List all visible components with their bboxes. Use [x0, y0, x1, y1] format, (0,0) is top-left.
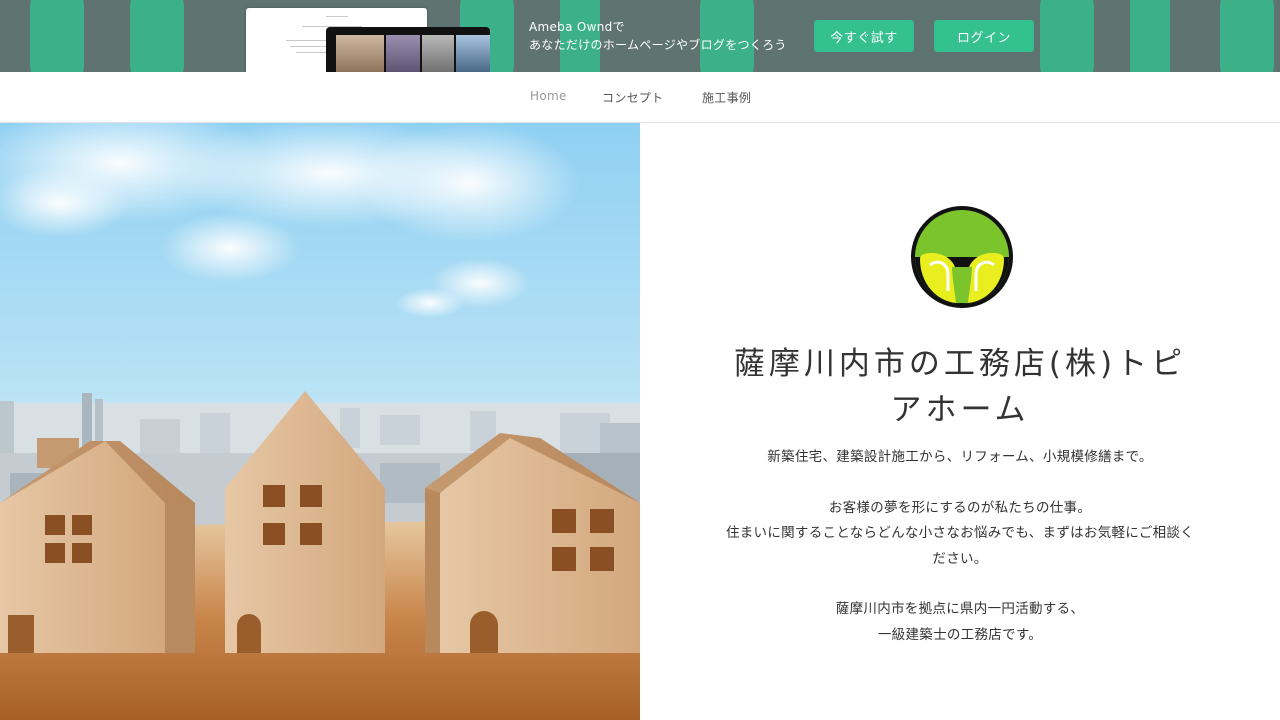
global-nav: Home コンセプト 施工事例 [0, 72, 1280, 123]
banner-stripe [1220, 0, 1274, 72]
nav-item-home[interactable]: Home [530, 89, 567, 103]
desc-line: ださい。 [932, 550, 988, 567]
promo-line-2: あなただけのホームページやブログをつくろう [529, 38, 787, 52]
promo-banner: Ameba Owndで あなただけのホームページやブログをつくろう 今すぐ試す … [0, 0, 1280, 72]
login-button[interactable]: ログイン [934, 20, 1034, 52]
banner-stripe [30, 0, 84, 72]
promo-line-1: Ameba Owndで [529, 20, 625, 34]
site-preview-dark [326, 27, 490, 72]
desc-line: 住まいに関することならどんな小さなお悩みでも、まずはお気軽にご相談く [725, 525, 1195, 541]
page-title: 薩摩川内市の工務店(株)トピ アホーム [710, 341, 1210, 433]
nav-item-works[interactable]: 施工事例 [702, 89, 751, 106]
desc-line: 一級建築士の工務店です。 [877, 626, 1043, 643]
banner-stripe [1040, 0, 1094, 72]
intro-section: 薩摩川内市の工務店(株)トピ アホーム 新築住宅、建築設計施工から、リフォーム、… [640, 123, 1280, 720]
banner-stripe [130, 0, 184, 72]
company-logo-icon [908, 203, 1016, 311]
desc-line: 薩摩川内市を拠点に県内一円活動する、 [835, 601, 1085, 617]
desc-line: お客様の夢を形にするのが私たちの仕事。 [828, 499, 1092, 516]
try-now-button[interactable]: 今すぐ試す [814, 20, 914, 52]
desc-line: 新築住宅、建築設計施工から、リフォーム、小規模修繕まで。 [767, 449, 1153, 465]
title-line-2: アホーム [890, 392, 1030, 428]
title-line-1: 薩摩川内市の工務店(株)トピ [733, 346, 1187, 382]
description: 新築住宅、建築設計施工から、リフォーム、小規模修繕まで。 お客様の夢を形にするの… [710, 445, 1210, 648]
promo-text: Ameba Owndで あなただけのホームページやブログをつくろう [529, 18, 787, 54]
nav-item-concept[interactable]: コンセプト [602, 89, 664, 106]
banner-stripe [1130, 0, 1170, 72]
hero-image [0, 123, 640, 720]
